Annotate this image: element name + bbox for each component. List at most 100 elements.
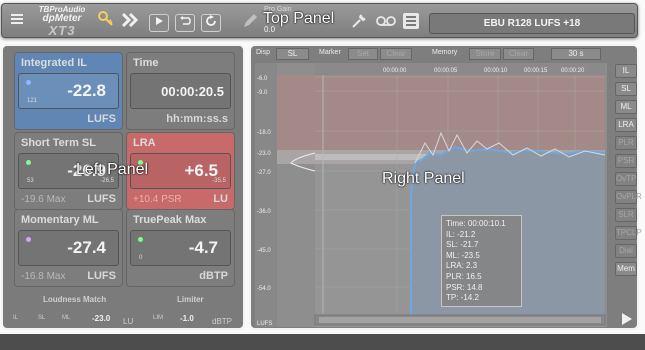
tooltip-plr: PLR: 16.5	[446, 271, 482, 281]
wrench-icon[interactable]	[351, 13, 367, 32]
lra-unit: LU	[213, 193, 228, 205]
side-button-ml[interactable]: ML	[615, 100, 637, 114]
memory-label: Memory	[432, 49, 458, 56]
side-button-ovtp[interactable]: OvTP	[615, 172, 637, 186]
status-dot	[26, 160, 31, 165]
limiter-title: Limiter	[177, 295, 204, 304]
dpmeter-window: TBProAudio dpMeter XT3 Pro Gain 0.0 EBU …	[0, 0, 645, 350]
time-meter[interactable]: Time 00:00:20.5 hh:mm:ss.s	[126, 52, 235, 130]
side-button-ovplr[interactable]: OvPLR	[615, 190, 642, 204]
undo-button[interactable]	[175, 14, 195, 32]
status-dot	[138, 237, 143, 242]
limiter-unit: dBTP	[212, 317, 233, 326]
memory-clear-button[interactable]: Clear	[503, 48, 534, 60]
side-button-psr[interactable]: PSR	[615, 154, 637, 168]
tape-icon[interactable]	[376, 15, 396, 30]
lra-title: LRA	[133, 137, 156, 149]
bottom-bar	[0, 334, 645, 350]
timeline-scroll-thumb[interactable]	[319, 317, 601, 323]
momentary-title: Momentary ML	[21, 214, 99, 226]
marker-label: Marker	[319, 49, 341, 56]
y-tick-label: -23.0	[257, 151, 271, 157]
integrated-unit: LUFS	[87, 113, 116, 125]
integrated-meter[interactable]: Integrated IL -22.8 121 LUFS	[14, 52, 123, 130]
list-icon[interactable]	[403, 13, 419, 32]
status-dot	[26, 80, 31, 85]
memory-store-button[interactable]: Store	[469, 48, 501, 60]
short-term-title: Short Term SL	[21, 137, 96, 149]
time-value: 00:00:20.5	[161, 84, 224, 99]
top-panel-label: Top Panel	[263, 10, 335, 27]
truepeak-meter[interactable]: TruePeak Max -4.7 0 dBTP	[126, 209, 235, 287]
side-button-il[interactable]: IL	[615, 64, 637, 78]
short-term-small: 53	[27, 178, 34, 184]
x-tick-label: 00:00:15	[524, 68, 548, 74]
loudness-match-value[interactable]: -23.0	[92, 314, 110, 323]
y-tick-label: -36.0	[257, 209, 271, 215]
time-unit: hh:mm:ss.s	[166, 113, 228, 125]
tooltip-lra: LRA: 2.3	[446, 261, 478, 271]
disp-selector[interactable]: SL	[276, 48, 309, 60]
tooltip-time: Time: 00:00:10.1	[446, 219, 506, 228]
integrated-value: -22.8	[67, 81, 106, 100]
integrated-small: 121	[27, 98, 38, 104]
logo: TBProAudio dpMeter XT3	[32, 6, 92, 38]
x-tick-label: 00:00:10	[484, 68, 508, 74]
truepeak-screen: -4.7 0	[130, 230, 231, 266]
pen-icon[interactable]	[242, 13, 258, 32]
limiter-value[interactable]: -1.0	[180, 314, 194, 323]
play-icon[interactable]	[621, 312, 635, 326]
key-icon[interactable]	[98, 11, 114, 30]
fast-forward-icon[interactable]	[121, 12, 140, 30]
lra-tiny: -35.5	[212, 178, 226, 184]
side-button-plr[interactable]: PLR	[615, 136, 637, 150]
y-tick-label: -9.0	[257, 90, 268, 96]
y-tick-label: -18.0	[257, 130, 271, 136]
lra-psr: +10.4 PSR	[133, 194, 182, 205]
x-tick-label: 00:00:05	[434, 68, 458, 74]
loudness-match-ml[interactable]: ML	[62, 315, 70, 321]
left-panel: Integrated IL -22.8 121 LUFS Time 00:00:…	[1, 44, 245, 330]
y-axis-unit: LUFS	[257, 321, 272, 327]
loudness-match-sl[interactable]: SL	[38, 315, 45, 321]
loudness-match-unit: LU	[123, 317, 134, 326]
left-panel-label: Left Panel	[76, 161, 149, 178]
x-tick-label: 00:00:20	[561, 68, 585, 74]
y-tick-label: -27.0	[257, 170, 271, 176]
truepeak-small: 0	[139, 255, 143, 261]
y-tick-label: -6.0	[257, 76, 268, 82]
side-button-dial[interactable]: Dial	[615, 244, 637, 258]
y-tick-label: -54.0	[257, 286, 271, 292]
marker-clear-button[interactable]: Clear	[380, 48, 412, 60]
side-button-slr[interactable]: SLR	[615, 208, 637, 222]
play-button[interactable]	[149, 14, 169, 32]
refresh-button[interactable]	[201, 14, 221, 32]
short-term-unit: LUFS	[87, 193, 116, 205]
status-dot	[26, 237, 31, 242]
momentary-meter[interactable]: Momentary ML -27.4 -16.8 Max LUFS	[14, 209, 123, 287]
integrated-title: Integrated IL	[21, 57, 88, 69]
tooltip-tp: TP: -14.2	[446, 293, 479, 303]
time-title: Time	[133, 57, 159, 69]
marker-set-button[interactable]: Set	[348, 48, 378, 60]
loudness-match-il[interactable]: IL	[13, 315, 18, 321]
right-panel-label: Right Panel	[382, 170, 465, 187]
momentary-unit: LUFS	[87, 270, 116, 282]
truepeak-unit: dBTP	[199, 270, 228, 282]
side-button-lra[interactable]: LRA	[615, 118, 637, 132]
logo-version: XT3	[48, 23, 76, 38]
loudness-graph[interactable]: 00:00:00 00:00:05 00:00:10 00:00:15 00:00:20…	[255, 63, 607, 327]
menu-icon[interactable]	[10, 13, 24, 28]
target-zone-upper	[277, 75, 605, 150]
integrated-screen: -22.8 121	[18, 73, 119, 109]
preset-selector[interactable]: EBU R128 LUFS +18	[429, 13, 635, 34]
side-button-tpclp[interactable]: TPCLP	[615, 226, 642, 240]
tooltip-il: IL: -21.2	[446, 229, 476, 239]
side-button-mem[interactable]: Mem	[615, 262, 637, 276]
side-button-sl[interactable]: SL	[615, 82, 637, 96]
limiter-label[interactable]: LIM	[153, 315, 163, 321]
x-tick-label: 00:00:00	[383, 68, 407, 74]
duration-selector[interactable]: 30 s	[551, 48, 601, 60]
y-tick-label: -45.0	[257, 248, 271, 254]
momentary-screen: -27.4	[18, 230, 119, 266]
